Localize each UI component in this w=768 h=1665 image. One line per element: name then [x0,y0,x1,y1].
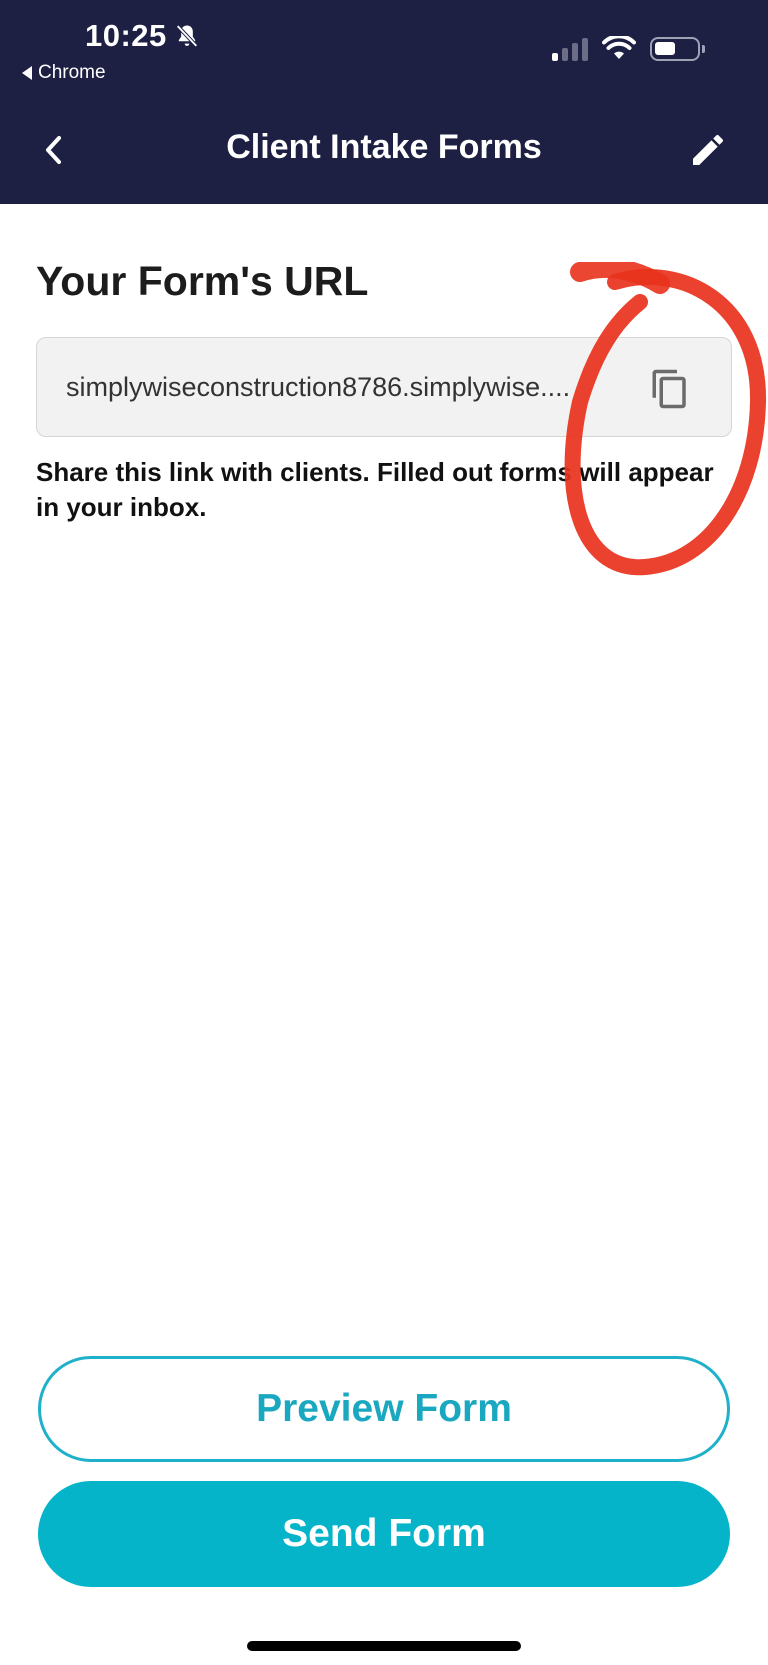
back-to-app-link[interactable]: Chrome [22,62,106,84]
copy-url-button[interactable] [649,368,691,410]
form-url-text[interactable]: simplywiseconstruction8786.simplywise...… [66,372,570,403]
preview-form-button[interactable]: Preview Form [38,1356,730,1462]
cellular-signal-icon [552,37,588,61]
back-triangle-icon [22,66,32,80]
wifi-icon [602,36,636,59]
form-url-field[interactable]: simplywiseconstruction8786.simplywise...… [36,337,732,437]
share-link-helper-text: Share this link with clients. Filled out… [36,457,714,522]
edit-button[interactable] [688,130,728,170]
battery-icon [650,37,705,61]
page-title: Client Intake Forms [226,128,542,166]
app-header: 10:25 Chrome Client Intake Forms [0,0,768,204]
status-bar-time: 10:25 [85,18,201,54]
pencil-icon [693,134,724,165]
send-form-button[interactable]: Send Form [38,1481,730,1587]
status-indicators [552,36,705,62]
bell-slash-icon [176,24,198,48]
copy-icon [652,369,686,409]
home-indicator[interactable] [247,1641,521,1651]
form-url-heading: Your Form's URL [36,258,369,304]
